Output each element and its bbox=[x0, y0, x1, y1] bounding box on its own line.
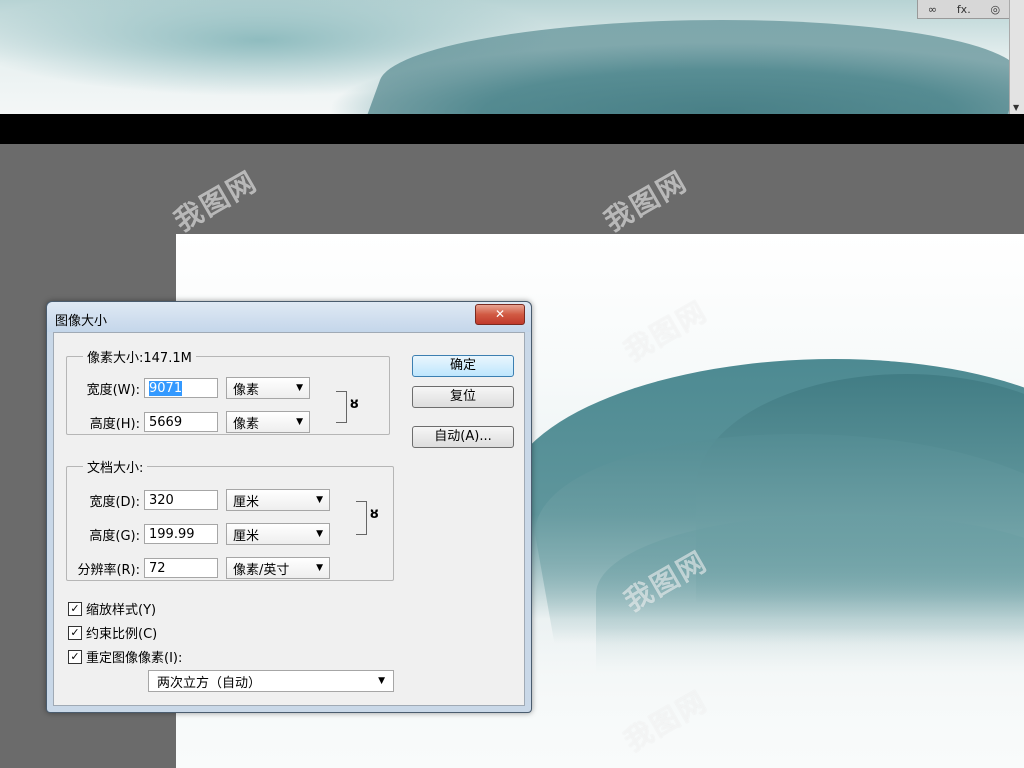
reset-button[interactable]: 复位 bbox=[412, 386, 514, 408]
constrain-proportions-checkbox[interactable]: ✓ 约束比例(C) bbox=[68, 623, 157, 642]
scale-styles-label: 缩放样式(Y) bbox=[86, 603, 157, 618]
pixel-width-row: 宽度(W): 9071 像素 ▼ bbox=[64, 377, 310, 399]
chevron-down-icon: ▼ bbox=[316, 563, 323, 573]
pixel-width-unit-select[interactable]: 像素 ▼ bbox=[226, 377, 310, 399]
constrain-bracket bbox=[336, 391, 347, 423]
pixel-height-label: 高度(H): bbox=[89, 416, 140, 432]
scale-styles-checkbox[interactable]: ✓ 缩放样式(Y) bbox=[68, 599, 156, 618]
auto-button[interactable]: 自动(A)... bbox=[412, 426, 514, 448]
doc-height-input[interactable]: 199.99 bbox=[144, 524, 218, 544]
doc-width-label: 宽度(D): bbox=[89, 494, 140, 510]
chevron-down-icon: ▼ bbox=[378, 676, 385, 686]
link-icon[interactable]: ∞ bbox=[928, 3, 937, 16]
resample-image-label: 重定图像像素(I): bbox=[86, 651, 183, 666]
watermark: 我图网 bbox=[598, 164, 693, 239]
scroll-down-icon[interactable]: ▼ bbox=[1013, 103, 1019, 112]
doc-width-unit-select[interactable]: 厘米 ▼ bbox=[226, 489, 330, 511]
resolution-row: 分辨率(R): 72 像素/英寸 ▼ bbox=[64, 557, 330, 579]
resolution-label: 分辨率(R): bbox=[77, 562, 140, 578]
mask-icon[interactable]: ◎ bbox=[990, 3, 1000, 16]
doc-height-label: 高度(G): bbox=[89, 528, 140, 544]
pixel-width-label: 宽度(W): bbox=[86, 382, 140, 398]
chevron-down-icon: ▼ bbox=[296, 383, 303, 393]
doc-height-row: 高度(G): 199.99 厘米 ▼ bbox=[64, 523, 330, 545]
doc-height-unit-select[interactable]: 厘米 ▼ bbox=[226, 523, 330, 545]
ok-button[interactable]: 确定 bbox=[412, 355, 514, 377]
doc-width-input[interactable]: 320 bbox=[144, 490, 218, 510]
resolution-unit-select[interactable]: 像素/英寸 ▼ bbox=[226, 557, 330, 579]
resample-method-select[interactable]: 两次立方（自动） ▼ bbox=[148, 670, 394, 692]
pixel-height-input[interactable]: 5669 bbox=[144, 412, 218, 432]
vertical-scrollbar[interactable]: ▼ bbox=[1009, 0, 1024, 114]
resolution-input[interactable]: 72 bbox=[144, 558, 218, 578]
doc-width-row: 宽度(D): 320 厘米 ▼ bbox=[64, 489, 330, 511]
watermark: 我图网 bbox=[168, 164, 263, 239]
chain-link-icon: ȣ bbox=[350, 397, 359, 412]
pixel-height-unit-select[interactable]: 像素 ▼ bbox=[226, 411, 310, 433]
close-button[interactable]: ✕ bbox=[475, 304, 525, 325]
pixel-dimensions-legend: 像素大小:147.1M bbox=[87, 351, 192, 366]
chevron-down-icon: ▼ bbox=[296, 417, 303, 427]
fx-button[interactable]: fx. bbox=[957, 3, 971, 16]
pixel-height-row: 高度(H): 5669 像素 ▼ bbox=[64, 411, 310, 433]
dialog-title: 图像大小 bbox=[55, 314, 108, 329]
chevron-down-icon: ▼ bbox=[316, 495, 323, 505]
upper-canvas-preview bbox=[0, 0, 1010, 114]
constrain-proportions-label: 约束比例(C) bbox=[86, 627, 158, 642]
image-size-dialog: 图像大小 ✕ 像素大小:147.1M 宽度(W): 9071 像素 ▼ 高度(H… bbox=[46, 301, 532, 713]
checkbox-check-icon[interactable]: ✓ bbox=[68, 625, 82, 640]
dialog-titlebar[interactable]: 图像大小 ✕ bbox=[47, 302, 531, 332]
canvas-separator bbox=[0, 114, 1024, 144]
dialog-body: 像素大小:147.1M 宽度(W): 9071 像素 ▼ 高度(H): 5669… bbox=[53, 332, 525, 706]
chevron-down-icon: ▼ bbox=[316, 529, 323, 539]
document-size-legend: 文档大小: bbox=[87, 461, 144, 476]
layer-panel-toolbar: ∞ fx. ◎ bbox=[917, 0, 1010, 19]
mountain-ridge bbox=[358, 20, 1010, 114]
constrain-bracket bbox=[356, 501, 367, 535]
pixel-width-input[interactable]: 9071 bbox=[144, 378, 218, 398]
checkbox-check-icon[interactable]: ✓ bbox=[68, 649, 82, 664]
checkbox-check-icon[interactable]: ✓ bbox=[68, 601, 82, 616]
resample-image-checkbox[interactable]: ✓ 重定图像像素(I): bbox=[68, 647, 182, 666]
chain-link-icon: ȣ bbox=[370, 507, 379, 522]
